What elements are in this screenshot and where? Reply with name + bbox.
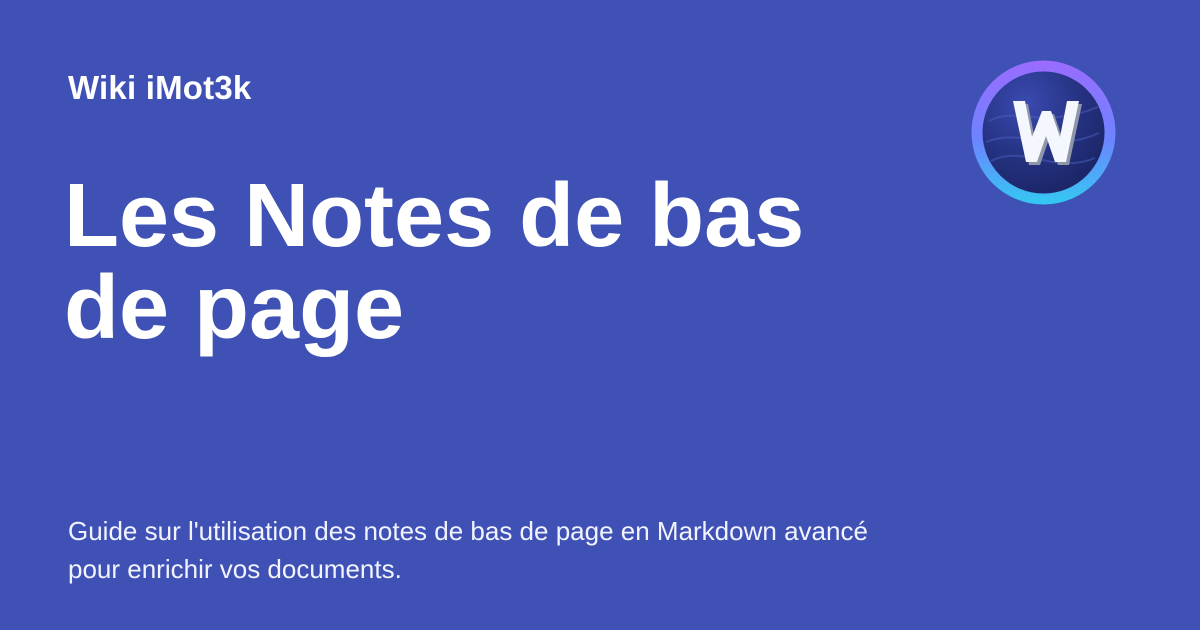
page-title: Les Notes de bas de page <box>64 166 805 358</box>
social-preview-card: Wiki iMot3k Les Notes de bas de page Gui… <box>0 0 1200 630</box>
page-description: Guide sur l'utilisation des notes de bas… <box>68 516 868 584</box>
wiki-logo-icon <box>971 60 1116 205</box>
site-name: Wiki iMot3k <box>68 69 252 106</box>
